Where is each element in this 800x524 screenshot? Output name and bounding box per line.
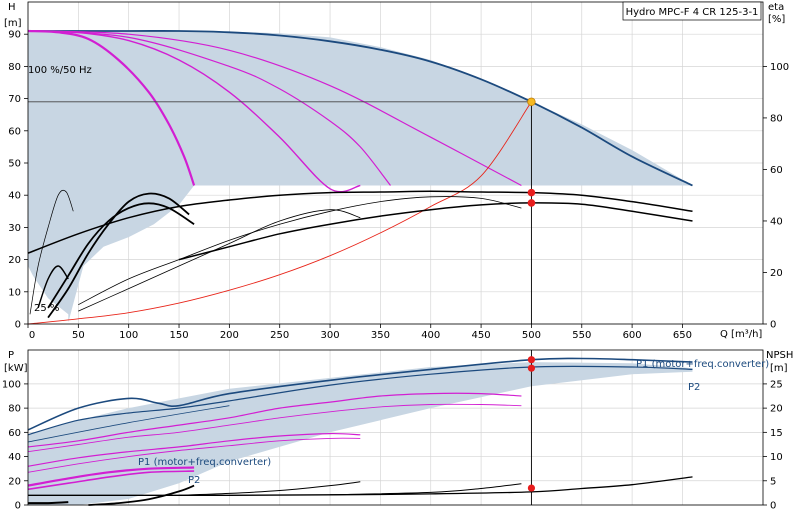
- x-tick-label: 650: [673, 330, 692, 341]
- duty-point-main: [527, 97, 536, 107]
- y2-tick-label: 20: [770, 268, 783, 279]
- y2-tick-label: 25: [770, 379, 783, 390]
- p1-label-top: P1 (motor+freq.converter): [636, 359, 769, 370]
- y2-tick-label: 40: [770, 216, 783, 227]
- y-tick-label: 20: [8, 255, 21, 266]
- x-tick-label: 150: [169, 330, 188, 341]
- y2-tick-label: 80: [770, 113, 783, 124]
- y2-tick-label: 0: [770, 501, 776, 512]
- x-tick-label: 450: [472, 330, 491, 341]
- x-axis-label: Q [m³/h]: [720, 329, 762, 340]
- y2-tick-label: 10: [770, 452, 783, 463]
- x-tick-label: 100: [119, 330, 138, 341]
- y2-axis-unit-eta: [%]: [768, 14, 785, 25]
- y2-axis-unit-npsh: [m]: [770, 363, 788, 374]
- y2-tick-label: 0: [770, 320, 776, 331]
- power-plot: [27, 350, 693, 506]
- y2-tick-label: 5: [770, 476, 776, 487]
- y-tick-label: 40: [8, 452, 21, 463]
- y-axis-label-power: P: [8, 350, 14, 361]
- series-npsh-mid: [178, 481, 361, 496]
- pump-curve-chart: 0 50 100 150 200 250 300 350 400 450 500 550 600 650 0…: [0, 0, 800, 520]
- duty-point-marker: [527, 484, 536, 492]
- duty-point-marker: [527, 356, 536, 364]
- x-tick-label: 200: [220, 330, 239, 341]
- power-envelope: [28, 362, 693, 505]
- x-tick-label: 250: [270, 330, 289, 341]
- chart-title: Hydro MPC-F 4 CR 125-3-1: [626, 7, 759, 18]
- operating-envelope: [28, 31, 693, 323]
- y-tick-label: 50: [8, 159, 21, 170]
- p1-label-low: P1 (motor+freq.converter): [138, 457, 271, 468]
- x-tick-label: 0: [29, 330, 35, 341]
- y-axis-unit-head: [m]: [4, 18, 22, 29]
- y2-axis-label-npsh: NPSH: [766, 350, 793, 361]
- y-tick-label: 20: [8, 476, 21, 487]
- p2-label-top: P2: [688, 382, 700, 393]
- x-tick-label: 500: [522, 330, 541, 341]
- y2-axis-label-eta: eta: [768, 2, 784, 13]
- y-tick-label: 10: [8, 287, 21, 298]
- y-tick-label: 90: [8, 30, 21, 41]
- head-plot: [27, 29, 693, 325]
- duty-point-marker: [527, 199, 536, 207]
- speed-label: 100 %/50 Hz: [28, 65, 92, 76]
- y-tick-label: 80: [8, 404, 21, 415]
- y-tick-label: 60: [8, 126, 21, 137]
- y2-tick-label: 100: [770, 62, 789, 73]
- y-axis-label-head: H: [8, 2, 16, 13]
- y-tick-label: 60: [8, 428, 21, 439]
- x-tick-label: 400: [421, 330, 440, 341]
- y2-tick-label: 20: [770, 404, 783, 415]
- y2-tick-label: 60: [770, 165, 783, 176]
- y-tick-label: 0: [15, 501, 21, 512]
- pump-curve-svg: 0 50 100 150 200 250 300 350 400 450 500 550 600 6500…: [2, 1, 793, 512]
- y-tick-label: 80: [8, 62, 21, 73]
- x-tick-label: 600: [623, 330, 642, 341]
- duty-point-marker: [527, 188, 536, 197]
- y-tick-label: 40: [8, 191, 21, 202]
- min-speed-label: 25 %: [34, 303, 59, 314]
- y-tick-label: 30: [8, 223, 21, 234]
- x-tick-label: 550: [572, 330, 591, 341]
- duty-point-marker: [527, 364, 536, 372]
- x-tick-label: 50: [72, 330, 85, 341]
- series-npsh-min: [27, 501, 69, 505]
- x-tick-label: 300: [321, 330, 340, 341]
- y-tick-label: 0: [15, 320, 21, 331]
- p2-label-low: P2: [188, 475, 200, 486]
- y-axis-unit-power: [kW]: [4, 363, 28, 374]
- y-tick-label: 100: [2, 379, 21, 390]
- x-tick-label: 350: [371, 330, 390, 341]
- y2-tick-label: 15: [770, 428, 783, 439]
- y-tick-label: 70: [8, 94, 21, 105]
